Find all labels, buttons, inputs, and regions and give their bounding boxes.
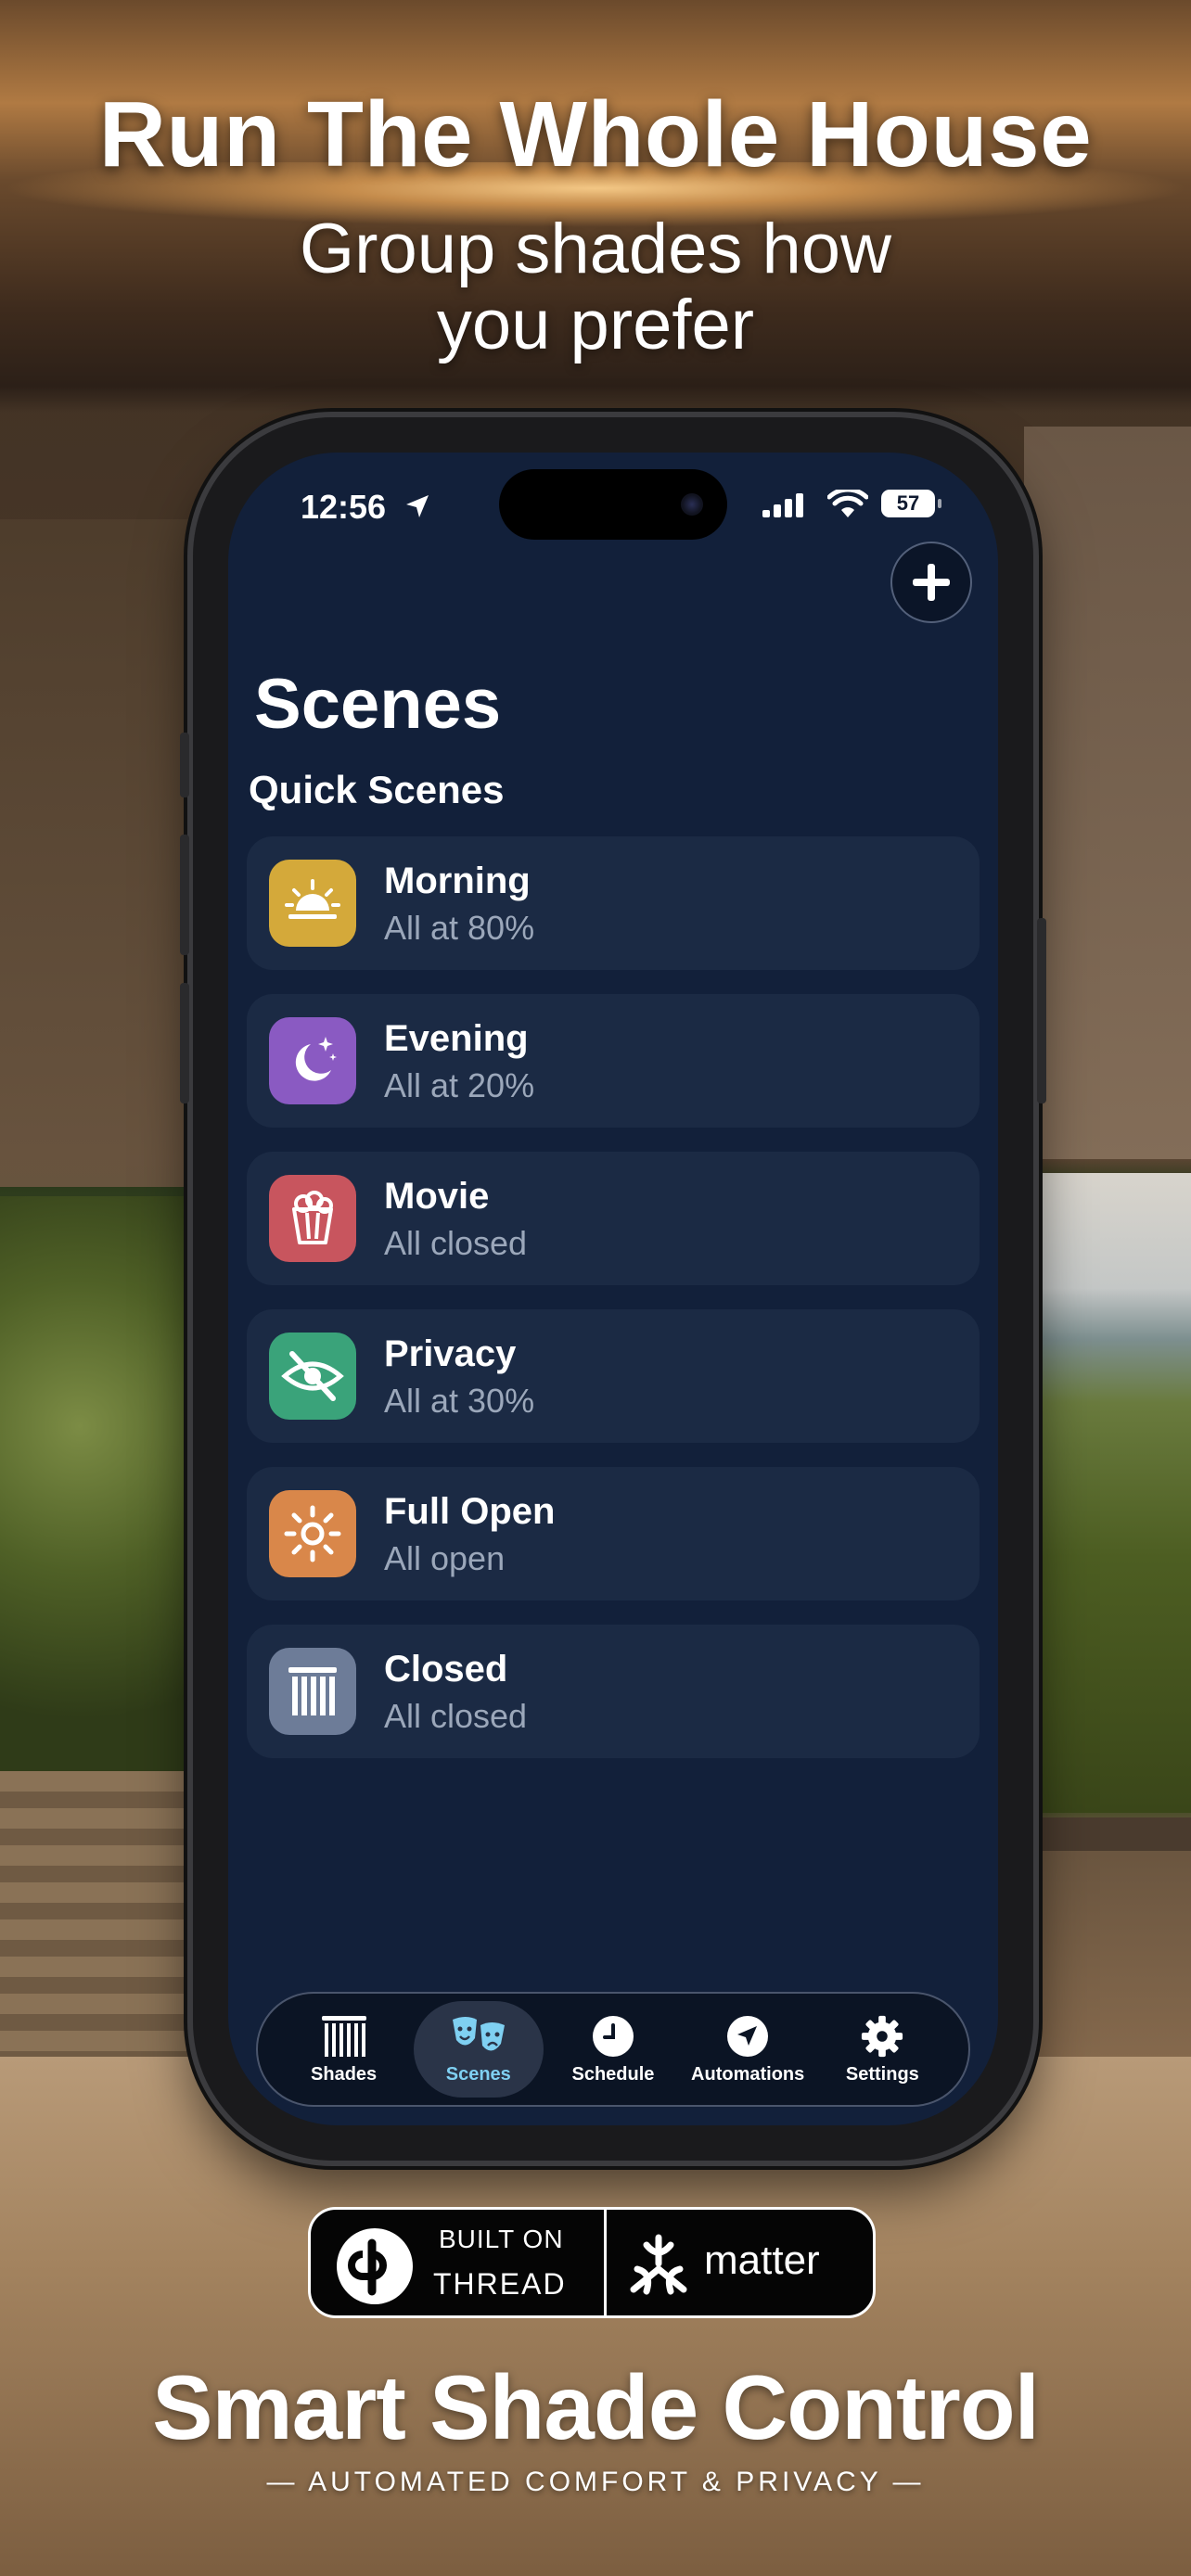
promo-headline: Run The Whole House <box>98 83 1093 186</box>
theater-masks-icon <box>452 2017 505 2051</box>
blinds-icon <box>321 2016 366 2057</box>
volume-down-button <box>180 983 189 1103</box>
scene-detail: All at 20% <box>384 1066 535 1104</box>
scene-name: Full Open <box>384 1491 556 1532</box>
power-button <box>1037 918 1046 1103</box>
quick-scenes-list: Morning All at 80% Evening All at 20% Mo… <box>247 836 980 1782</box>
tab-settings[interactable]: Settings <box>817 2001 947 2098</box>
tab-schedule[interactable]: Schedule <box>548 2001 678 2098</box>
scene-name: Movie <box>384 1176 490 1217</box>
badge-built-on: BUILT ON <box>439 2225 564 2253</box>
scene-name: Evening <box>384 1018 529 1059</box>
action-button <box>180 733 189 797</box>
location-arrow-icon <box>727 2016 769 2057</box>
sunrise-icon <box>269 860 356 947</box>
badge-thread: THREAD <box>433 2267 567 2301</box>
moon-stars-icon <box>269 1017 356 1104</box>
promo-subline-line-2: you prefer <box>436 286 755 364</box>
badge-matter: matter <box>704 2238 820 2283</box>
tab-automations[interactable]: Automations <box>683 2001 813 2098</box>
scene-detail: All closed <box>384 1697 528 1735</box>
popcorn-icon <box>269 1175 356 1262</box>
sun-icon <box>269 1490 356 1577</box>
tab-bar: Shades Scenes Schedule Automations Setti… <box>256 1992 970 2107</box>
scene-name: Closed <box>384 1649 508 1690</box>
promo-subline: Group shades how you prefer <box>0 211 1191 363</box>
scene-card-closed[interactable]: Closed All closed <box>247 1625 980 1758</box>
scene-name: Privacy <box>384 1333 517 1374</box>
matter-logo-icon <box>630 2234 687 2295</box>
plus-icon <box>913 564 950 601</box>
volume-up-button <box>180 835 189 955</box>
battery-indicator: 57 <box>881 490 941 517</box>
wifi-icon <box>827 490 868 517</box>
cellular-signal-icon <box>762 493 803 517</box>
add-scene-button[interactable] <box>890 542 972 623</box>
scene-detail: All at 30% <box>384 1382 535 1420</box>
tab-shades[interactable]: Shades <box>279 2001 409 2098</box>
status-bar: 12:56 57 <box>228 453 998 555</box>
scene-card-morning[interactable]: Morning All at 80% <box>247 836 980 970</box>
section-title-quick-scenes: Quick Scenes <box>249 768 505 811</box>
brand-name: Smart Shade Control <box>152 2356 1040 2458</box>
thread-matter-badge: BUILT ON THREAD matter <box>308 2207 876 2318</box>
tab-label: Settings <box>845 2064 919 2085</box>
status-time: 12:56 <box>301 488 387 526</box>
thread-logo-icon <box>337 2228 413 2304</box>
scene-name: Morning <box>384 861 531 901</box>
phone-frame: 12:56 57 Scenes Quick Scenes Morning All… <box>180 417 1046 2161</box>
dynamic-island <box>499 469 727 540</box>
gear-icon <box>862 2015 903 2058</box>
brand-tagline: — AUTOMATED COMFORT & PRIVACY — <box>266 2467 925 2497</box>
blinds-closed-icon <box>269 1648 356 1735</box>
eye-slash-icon <box>269 1333 356 1420</box>
scene-detail: All at 80% <box>384 909 535 947</box>
tab-label: Schedule <box>571 2064 655 2085</box>
page-title: Scenes <box>254 665 502 744</box>
scene-card-movie[interactable]: Movie All closed <box>247 1152 980 1285</box>
scene-card-evening[interactable]: Evening All at 20% <box>247 994 980 1128</box>
clock-icon <box>592 2016 634 2057</box>
tab-scenes[interactable]: Scenes <box>413 2001 544 2098</box>
location-arrow-icon <box>406 495 429 517</box>
scene-detail: All closed <box>384 1224 528 1262</box>
tab-label: Automations <box>691 2064 805 2085</box>
badge-divider <box>604 2210 607 2315</box>
scene-card-privacy[interactable]: Privacy All at 30% <box>247 1309 980 1443</box>
app-screen: 12:56 57 Scenes Quick Scenes Morning All… <box>228 453 998 2125</box>
scene-card-full-open[interactable]: Full Open All open <box>247 1467 980 1600</box>
scene-detail: All open <box>384 1539 506 1577</box>
tab-label: Shades <box>311 2064 378 2085</box>
promo-subline-line-1: Group shades how <box>300 210 891 288</box>
tab-label: Scenes <box>445 2064 511 2085</box>
